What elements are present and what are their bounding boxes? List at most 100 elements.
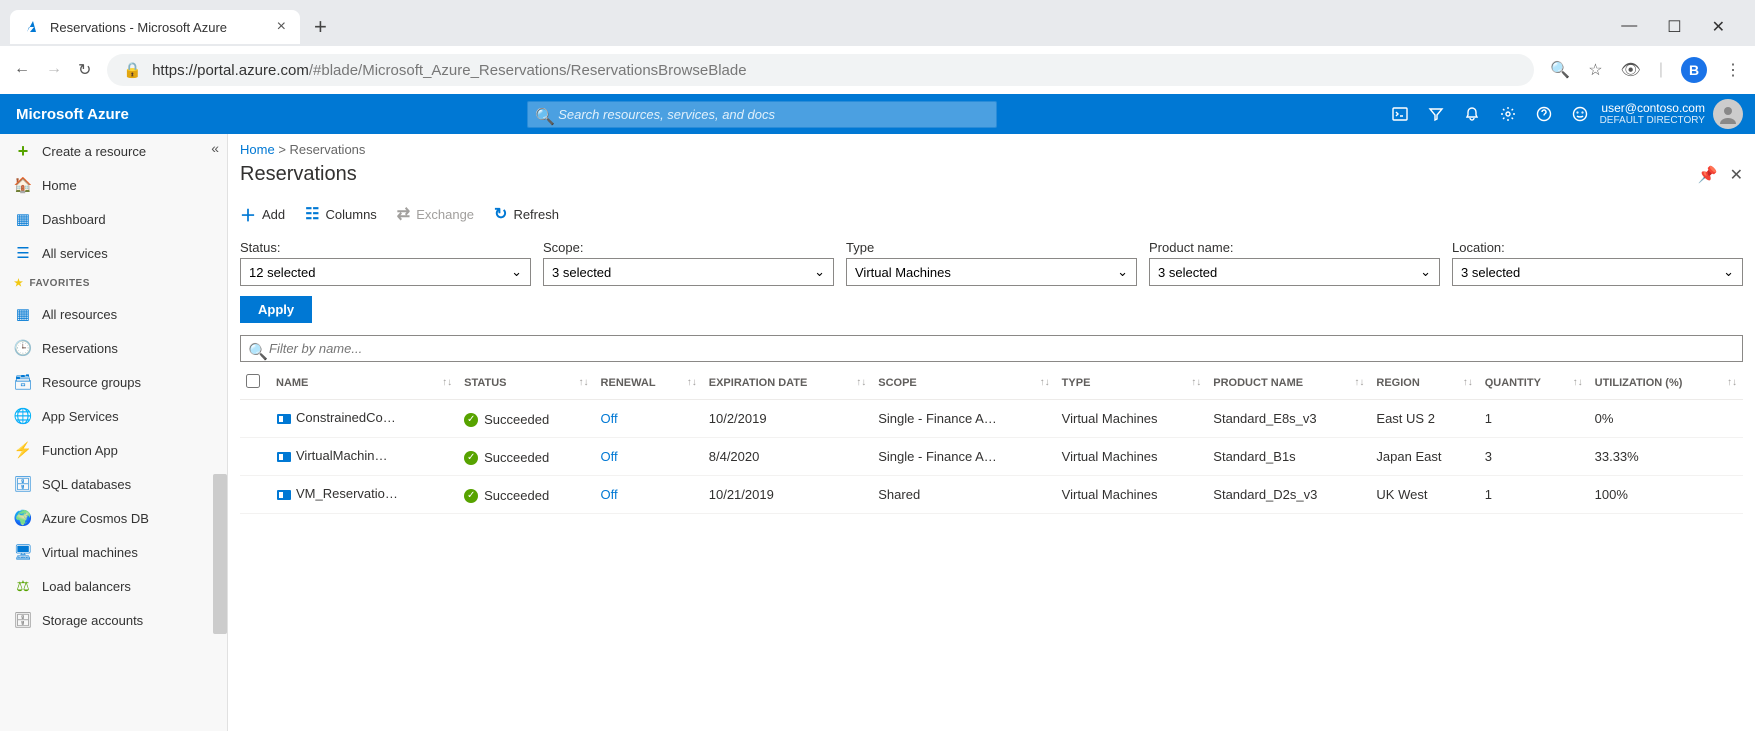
azure-search-input[interactable] xyxy=(527,101,997,128)
sort-icon: ↑↓ xyxy=(856,377,866,388)
filter-label: Status: xyxy=(240,240,531,255)
sidebar-item-resource-groups[interactable]: 🗃Resource groups xyxy=(0,365,227,399)
filter-value: 12 selected xyxy=(249,265,316,280)
col-label: EXPIRATION DATE xyxy=(709,377,808,389)
apply-button[interactable]: Apply xyxy=(240,296,312,323)
window-minimize-icon[interactable]: — xyxy=(1621,17,1637,37)
col-label: UTILIZATION (%) xyxy=(1595,377,1683,389)
columns-button[interactable]: ☷Columns xyxy=(305,204,377,224)
reload-button-icon[interactable]: ↻ xyxy=(78,60,91,80)
notifications-icon[interactable] xyxy=(1464,106,1480,122)
col-product[interactable]: PRODUCT NAME↑↓ xyxy=(1207,366,1370,400)
refresh-button[interactable]: ↻Refresh xyxy=(494,204,559,224)
cell-quantity: 3 xyxy=(1479,438,1589,476)
filter-label: Type xyxy=(846,240,1137,255)
sidebar-item-reservations[interactable]: 🕒Reservations xyxy=(0,331,227,365)
col-renewal[interactable]: RENEWAL↑↓ xyxy=(595,366,703,400)
azure-top-bar: Microsoft Azure 🔍 user@contoso.com DEFAU… xyxy=(0,94,1755,134)
name-filter-input[interactable] xyxy=(240,335,1743,362)
filter-value: 3 selected xyxy=(1461,265,1520,280)
chevron-down-icon: ⌄ xyxy=(1420,264,1431,280)
zoom-icon[interactable]: 🔍 xyxy=(1550,60,1570,80)
col-quantity[interactable]: QUANTITY↑↓ xyxy=(1479,366,1589,400)
cell-status: ✓Succeeded xyxy=(464,412,549,427)
browser-tab[interactable]: Reservations - Microsoft Azure × xyxy=(10,10,300,44)
feedback-icon[interactable] xyxy=(1572,106,1588,122)
cell-renewal[interactable]: Off xyxy=(601,487,618,502)
sidebar-item-load-balancers[interactable]: ⚖Load balancers xyxy=(0,569,227,603)
sidebar-collapse-icon[interactable]: « xyxy=(211,140,219,156)
col-scope[interactable]: SCOPE↑↓ xyxy=(872,366,1055,400)
window-close-icon[interactable]: ✕ xyxy=(1712,17,1725,37)
product-select[interactable]: 3 selected ⌄ xyxy=(1149,258,1440,286)
topbar-icons xyxy=(1380,106,1600,122)
sidebar-item-sql-databases[interactable]: 🗄SQL databases xyxy=(0,467,227,501)
lock-icon: 🔒 xyxy=(123,61,142,79)
pin-icon[interactable]: 📌 xyxy=(1698,165,1718,185)
cloud-shell-icon[interactable] xyxy=(1392,106,1408,122)
breadcrumb-home[interactable]: Home xyxy=(240,142,275,157)
azure-user-area[interactable]: user@contoso.com DEFAULT DIRECTORY xyxy=(1600,99,1755,129)
tab-close-icon[interactable]: × xyxy=(277,18,286,36)
col-expiration[interactable]: EXPIRATION DATE ↑↓ xyxy=(703,366,873,400)
scope-select[interactable]: 3 selected⌄ xyxy=(543,258,834,286)
add-button[interactable]: ＋Add xyxy=(240,202,285,226)
col-status[interactable]: STATUS↑↓ xyxy=(458,366,594,400)
cell-renewal[interactable]: Off xyxy=(601,411,618,426)
table-row[interactable]: VM_Reservatio… ✓Succeeded Off 10/21/2019… xyxy=(240,476,1743,514)
back-button-icon[interactable]: ← xyxy=(14,60,30,80)
cell-renewal[interactable]: Off xyxy=(601,449,618,464)
sidebar-item-label: Virtual machines xyxy=(42,545,138,560)
cell-type: Virtual Machines xyxy=(1056,438,1208,476)
table-row[interactable]: ConstrainedCo… ✓Succeeded Off 10/2/2019 … xyxy=(240,400,1743,438)
cell-expiration: 8/4/2020 xyxy=(703,438,873,476)
incognito-icon[interactable]: 👁 xyxy=(1621,60,1641,80)
user-avatar-icon[interactable] xyxy=(1713,99,1743,129)
scrollbar-thumb[interactable] xyxy=(213,474,227,634)
sidebar-item-azure-cosmos-db[interactable]: 🌍Azure Cosmos DB xyxy=(0,501,227,535)
col-name[interactable]: NAME↑↓ xyxy=(270,366,458,400)
sidebar-item-label: Storage accounts xyxy=(42,613,143,628)
directory-filter-icon[interactable] xyxy=(1428,106,1444,122)
refresh-icon: ↻ xyxy=(494,204,507,224)
col-region[interactable]: REGION↑↓ xyxy=(1370,366,1478,400)
sidebar-all-services[interactable]: ☰ All services xyxy=(0,236,227,270)
col-type[interactable]: TYPE↑↓ xyxy=(1056,366,1208,400)
cell-quantity: 1 xyxy=(1479,400,1589,438)
select-all-checkbox[interactable] xyxy=(246,374,260,388)
help-icon[interactable] xyxy=(1536,106,1552,122)
new-tab-button[interactable]: + xyxy=(314,14,327,40)
col-label: QUANTITY xyxy=(1485,377,1541,389)
table-row[interactable]: VirtualMachin… ✓Succeeded Off 8/4/2020 S… xyxy=(240,438,1743,476)
reservations-table: NAME↑↓ STATUS↑↓ RENEWAL↑↓ EXPIRATION DAT… xyxy=(240,366,1743,514)
bookmark-icon[interactable]: ☆ xyxy=(1588,60,1602,80)
type-select[interactable]: Virtual Machines⌄ xyxy=(846,258,1137,286)
success-icon: ✓ xyxy=(464,413,478,427)
filter-label: Scope: xyxy=(543,240,834,255)
sidebar-dashboard[interactable]: ▦ Dashboard xyxy=(0,202,227,236)
cell-scope: Shared xyxy=(872,476,1055,514)
search-icon: 🔍 xyxy=(535,107,555,127)
filter-scope: Scope: 3 selected⌄ xyxy=(543,240,834,286)
close-blade-icon[interactable]: ✕ xyxy=(1730,165,1743,185)
col-utilization[interactable]: UTILIZATION (%)↑↓ xyxy=(1589,366,1743,400)
sidebar-item-all-resources[interactable]: ▦All resources xyxy=(0,297,227,331)
location-select[interactable]: 3 selected⌄ xyxy=(1452,258,1743,286)
window-maximize-icon[interactable]: ☐ xyxy=(1667,17,1681,37)
sidebar-item-app-services[interactable]: 🌐App Services xyxy=(0,399,227,433)
browser-menu-icon[interactable]: ⋮ xyxy=(1725,60,1741,80)
sidebar-create-resource[interactable]: + Create a resource xyxy=(0,134,227,168)
filter-value: 3 selected xyxy=(1158,265,1217,280)
settings-icon[interactable] xyxy=(1500,106,1516,122)
browser-user-badge[interactable]: B xyxy=(1681,57,1707,83)
sidebar-item-function-app[interactable]: ⚡Function App xyxy=(0,433,227,467)
azure-brand[interactable]: Microsoft Azure xyxy=(0,106,145,123)
sidebar-home[interactable]: 🏠 Home xyxy=(0,168,227,202)
status-select[interactable]: 12 selected⌄ xyxy=(240,258,531,286)
url-box[interactable]: 🔒 https://portal.azure.com/#blade/Micros… xyxy=(107,54,1534,86)
sidebar-item-virtual-machines[interactable]: 🖥Virtual machines xyxy=(0,535,227,569)
sidebar-item-storage-accounts[interactable]: 🗄Storage accounts xyxy=(0,603,227,637)
filter-label: Product name: xyxy=(1149,240,1440,255)
cell-region: Japan East xyxy=(1370,438,1478,476)
col-label: STATUS xyxy=(464,377,506,389)
